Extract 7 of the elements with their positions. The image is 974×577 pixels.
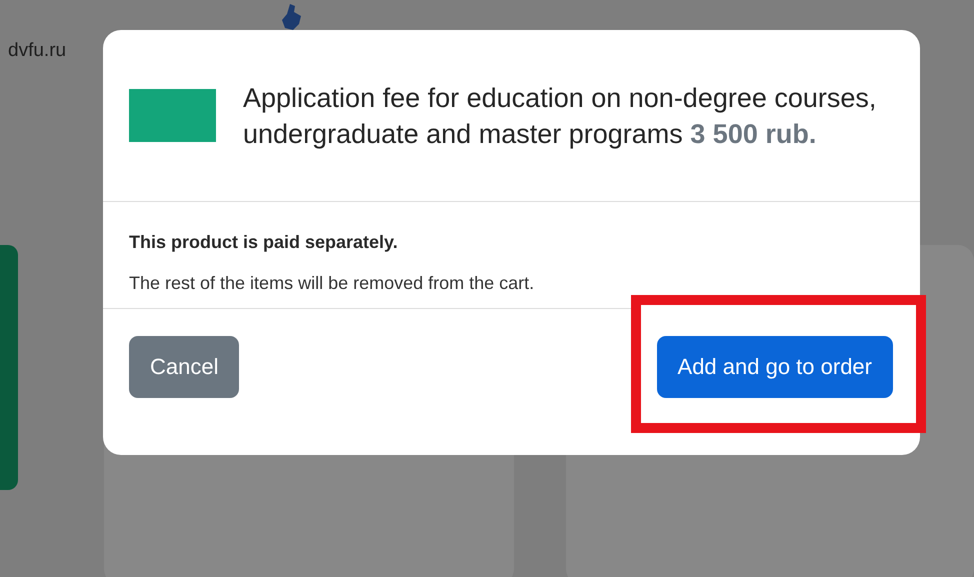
confirm-button[interactable]: Add and go to order [656, 336, 893, 398]
message-text: The rest of the items will be removed from the cart. [129, 273, 536, 294]
notice-text: This product is paid separately. [129, 232, 399, 253]
cancel-button[interactable]: Cancel [129, 336, 240, 398]
product-title: Application fee for education on non-degree courses, undergraduate and master programs 3 500 rub. [243, 82, 878, 151]
emblem-icon [282, 4, 302, 30]
site-text: dvfu.ru [8, 40, 66, 62]
